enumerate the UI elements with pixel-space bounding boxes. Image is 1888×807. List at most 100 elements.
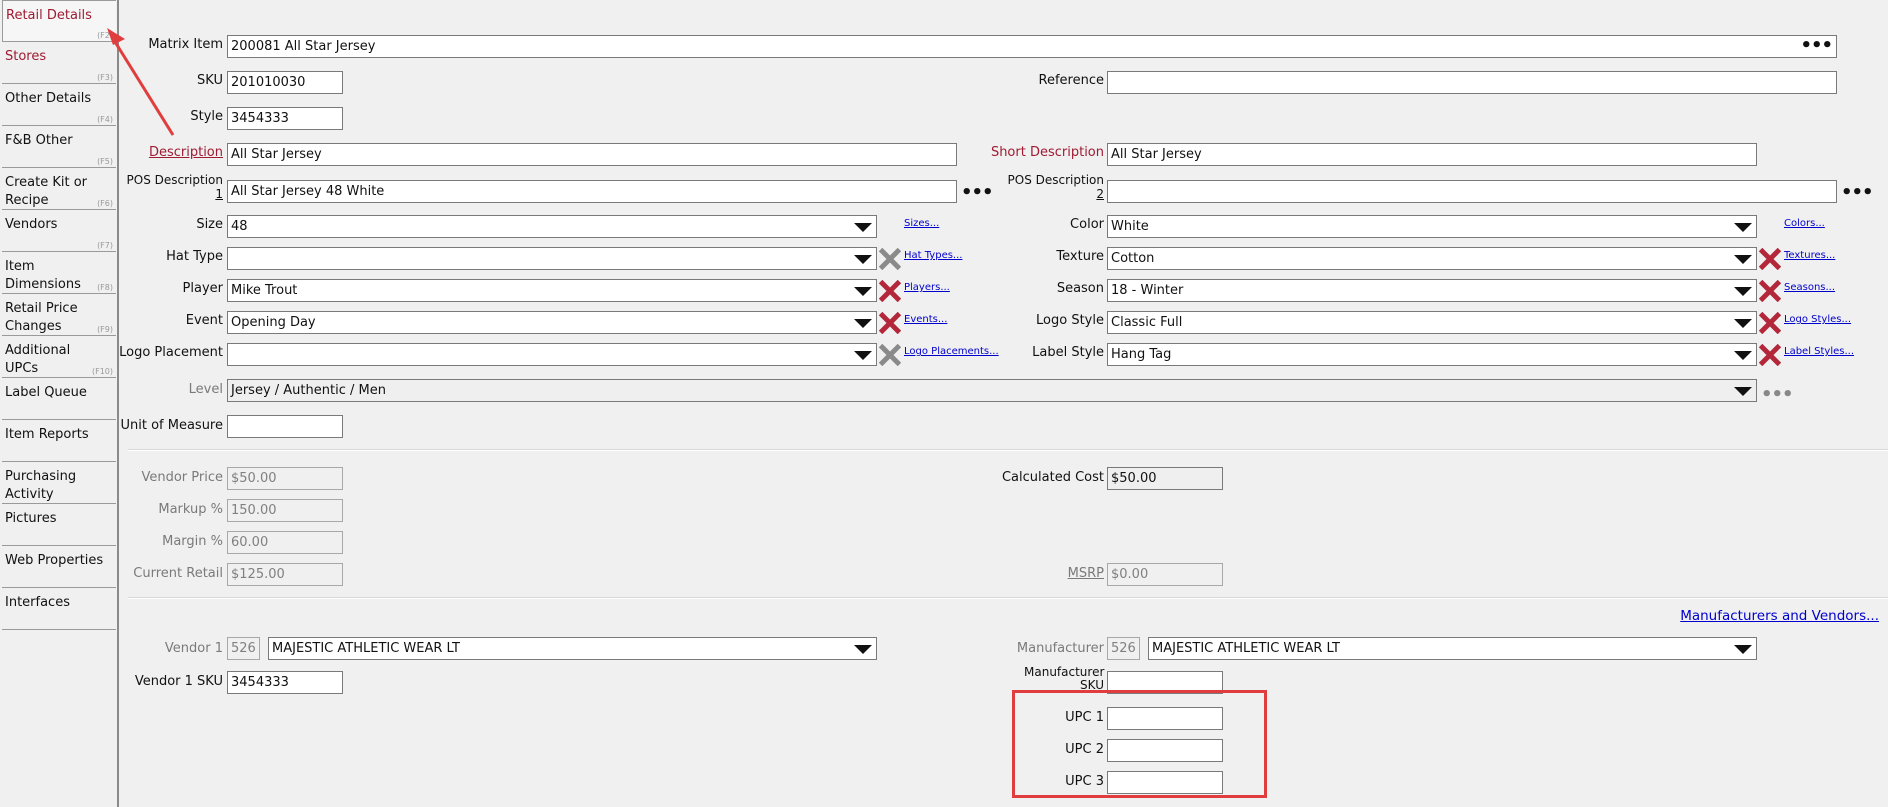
sidebar-item-interfaces[interactable]: Interfaces [2,588,116,630]
sidebar-item-stores[interactable]: Stores (F3) [2,42,116,84]
chevron-down-icon[interactable] [1734,645,1752,654]
margin-input[interactable]: 60.00 [227,531,343,554]
short-description-label: Short Description [990,145,1104,160]
clear-x-icon[interactable] [1759,312,1781,334]
sidebar-item-web-properties[interactable]: Web Properties [2,546,116,588]
chevron-down-icon[interactable] [1734,319,1752,328]
logo-placement-select[interactable] [227,343,877,366]
vendor-price-input[interactable]: $50.00 [227,467,343,490]
clear-x-icon[interactable] [1759,248,1781,270]
sidebar-item-label: Item Dimensions [5,259,81,292]
pos-description-1-input[interactable]: All Star Jersey 48 White [227,180,957,203]
ellipsis-icon[interactable]: ••• [1800,37,1833,55]
manufacturer-label: Manufacturer [1016,641,1104,656]
colors-link[interactable]: Colors... [1784,218,1825,229]
manufacturer-select[interactable]: MAJESTIC ATHLETIC WEAR LT [1148,637,1757,660]
logo-placement-label: Logo Placement [119,345,223,360]
ellipsis-icon[interactable]: ••• [961,184,994,202]
textures-link[interactable]: Textures... [1784,250,1835,261]
style-input[interactable]: 3454333 [227,107,343,130]
players-link[interactable]: Players... [904,282,950,293]
label-style-select[interactable]: Hang Tag [1107,343,1757,366]
sidebar-item-create-kit[interactable]: Create Kit or Recipe (F6) [2,168,116,210]
sku-input[interactable]: 201010030 [227,71,343,94]
sidebar-item-retail-price-changes[interactable]: Retail Price Changes (F9) [2,294,116,336]
color-select[interactable]: White [1107,215,1757,238]
markup-input[interactable]: 150.00 [227,499,343,522]
sidebar-item-item-dimensions[interactable]: Item Dimensions (F8) [2,252,116,294]
chevron-down-icon[interactable] [854,287,872,296]
msrp-label: MSRP [1067,566,1104,581]
event-select[interactable]: Opening Day [227,311,877,334]
hat-type-label: Hat Type [166,249,223,264]
manufacturer-code[interactable]: 526 [1107,637,1140,660]
description-label: Description [148,145,223,160]
level-select[interactable]: Jersey / Authentic / Men [227,379,1757,402]
label-style-label: Label Style [1032,345,1104,360]
size-label: Size [196,217,223,232]
msrp-input[interactable]: $0.00 [1107,563,1223,586]
level-label: Level [188,382,223,397]
vendor1-code[interactable]: 526 [227,637,260,660]
ellipsis-icon[interactable]: ••• [1841,184,1874,202]
chevron-down-icon[interactable] [854,351,872,360]
logo-placements-link[interactable]: Logo Placements... [904,346,999,357]
current-retail-label: Current Retail [133,566,223,581]
sidebar-item-other-details[interactable]: Other Details (F4) [2,84,116,126]
clear-x-icon[interactable] [879,344,901,366]
size-select[interactable]: 48 [227,215,877,238]
player-select[interactable]: Mike Trout [227,279,877,302]
chevron-down-icon[interactable] [1734,351,1752,360]
sidebar-item-purchasing-activity[interactable]: Purchasing Activity [2,462,116,504]
logo-style-select[interactable]: Classic Full [1107,311,1757,334]
sku-label: SKU [197,73,223,88]
hat-type-select[interactable] [227,247,877,270]
sidebar-item-label-queue[interactable]: Label Queue [2,378,116,420]
sidebar-item-additional-upcs[interactable]: Additional UPCs (F10) [2,336,116,378]
clear-x-icon[interactable] [879,312,901,334]
texture-label: Texture [1056,249,1104,264]
unit-of-measure-input[interactable] [227,415,343,438]
chevron-down-icon[interactable] [1734,287,1752,296]
ellipsis-icon[interactable]: ••• [1761,386,1794,404]
matrix-item-field[interactable]: 200081 All Star Jersey ••• [227,35,1837,58]
season-select[interactable]: 18 - Winter [1107,279,1757,302]
label-styles-link[interactable]: Label Styles... [1784,346,1854,357]
chevron-down-icon[interactable] [854,223,872,232]
sidebar-item-pictures[interactable]: Pictures [2,504,116,546]
seasons-link[interactable]: Seasons... [1784,282,1835,293]
events-link[interactable]: Events... [904,314,947,325]
shortcut-key: (F7) [97,241,113,250]
short-description-input[interactable]: All Star Jersey [1107,143,1757,166]
sidebar-item-vendors[interactable]: Vendors (F7) [2,210,116,252]
clear-x-icon[interactable] [1759,344,1781,366]
sizes-link[interactable]: Sizes... [904,218,939,229]
description-input[interactable]: All Star Jersey [227,143,957,166]
clear-x-icon[interactable] [879,280,901,302]
texture-select[interactable]: Cotton [1107,247,1757,270]
pos-description-2-input[interactable] [1107,180,1837,203]
calculated-cost-input[interactable]: $50.00 [1107,467,1223,490]
sidebar-item-label: Create Kit or Recipe [5,175,87,208]
shortcut-key: (F10) [91,367,113,376]
sidebar-item-item-reports[interactable]: Item Reports [2,420,116,462]
chevron-down-icon[interactable] [1734,387,1752,396]
sidebar-item-fb-other[interactable]: F&B Other (F5) [2,126,116,168]
logo-styles-link[interactable]: Logo Styles... [1784,314,1851,325]
chevron-down-icon[interactable] [1734,255,1752,264]
chevron-down-icon[interactable] [854,319,872,328]
vendor1-sku-input[interactable]: 3454333 [227,671,343,694]
vendor1-select[interactable]: MAJESTIC ATHLETIC WEAR LT [268,637,877,660]
chevron-down-icon[interactable] [1734,223,1752,232]
reference-input[interactable] [1107,71,1837,94]
chevron-down-icon[interactable] [854,255,872,264]
sidebar-item-retail-details[interactable]: Retail Details (F2) [2,0,116,42]
hat-types-link[interactable]: Hat Types... [904,250,962,261]
clear-x-icon[interactable] [1759,280,1781,302]
manufacturers-vendors-link[interactable]: Manufacturers and Vendors... [1680,608,1879,624]
current-retail-input[interactable]: $125.00 [227,563,343,586]
matrix-item-label: Matrix Item [148,37,223,52]
chevron-down-icon[interactable] [854,645,872,654]
clear-x-icon[interactable] [879,248,901,270]
pos-description-2-label: POS Description [1007,173,1104,187]
